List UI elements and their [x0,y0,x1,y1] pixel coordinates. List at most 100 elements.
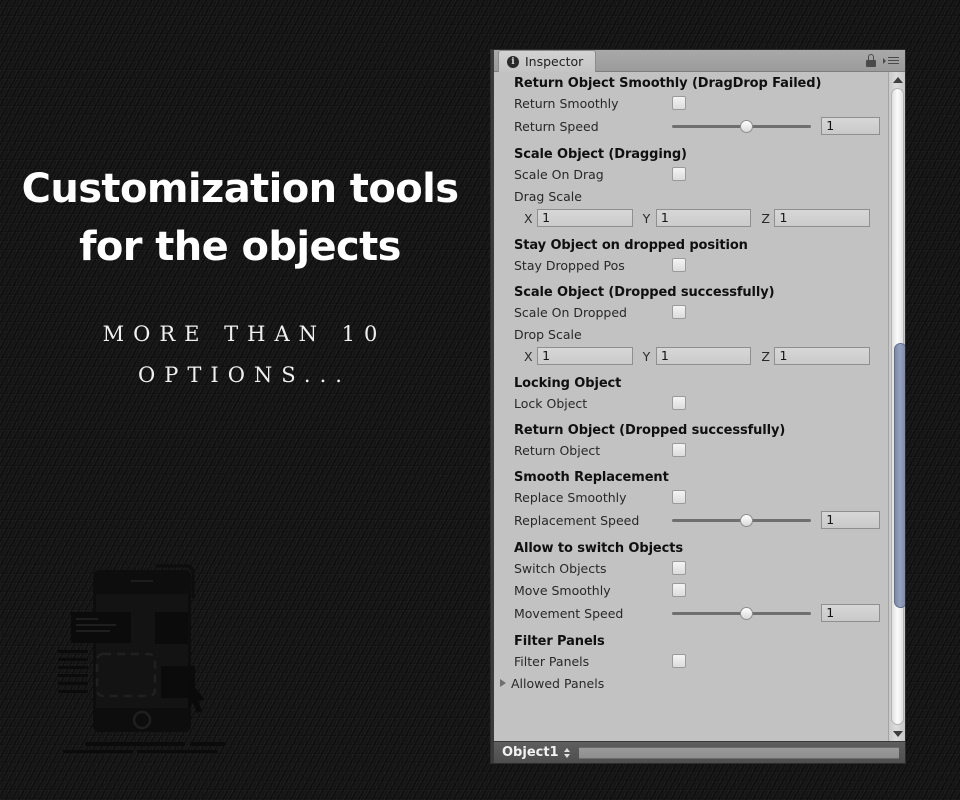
footer-object-name: Object1 [502,745,559,760]
checkbox-toggle[interactable] [672,305,686,319]
checkbox-toggle[interactable] [672,443,686,457]
property-label: Replacement Speed [514,512,640,528]
slider-control[interactable] [672,606,812,620]
property-row-checkbox: Return Object [494,439,880,461]
page-title: Customization tools for the objects [0,160,480,276]
inspector-window: i Inspector Return Object Smoothly (Drag… [491,50,905,763]
drag-drop-illustration-icon [58,564,225,753]
inspector-scrollbar[interactable] [888,72,905,741]
slider-knob[interactable] [739,119,753,133]
vector-y-input[interactable]: 1 [655,347,752,365]
footer-progress-field[interactable] [578,746,899,759]
tab-inspector-label: Inspector [525,54,584,69]
scrollbar-track[interactable] [891,88,905,725]
inspector-section: Scale Object (Dragging) Scale On Drag Drag… [494,147,880,229]
info-icon: i [507,55,519,68]
section-title: Filter Panels [514,634,605,649]
vector-z-input[interactable]: 1 [774,347,870,365]
section-title: Scale Object (Dropped successfully) [514,285,775,300]
scrollbar-up-button[interactable] [889,72,905,87]
hamburger-menu-icon[interactable] [883,56,899,65]
checkbox-toggle[interactable] [672,258,686,272]
property-row-label: Drag Scale [494,185,880,207]
inspector-section: Filter Panels Filter Panels Allowed Panels [494,634,880,694]
chevron-right-icon[interactable] [500,679,506,687]
inspector-section: Stay Object on dropped position Stay Drop… [494,238,880,276]
checkbox-toggle[interactable] [672,396,686,410]
promo-pane: Customization tools for the objects MORE… [0,0,480,800]
vector-z-axis-label: Z [761,348,770,364]
inspector-header: i Inspector [494,50,905,72]
tab-inspector[interactable]: i Inspector [498,50,597,72]
checkbox-toggle[interactable] [672,490,686,504]
property-row-foldout[interactable]: Allowed Panels [494,672,880,694]
section-title: Return Object (Dropped successfully) [514,423,786,438]
section-title: Return Object Smoothly (DragDrop Failed) [514,76,822,91]
slider-value-input[interactable]: 1 [821,117,880,135]
checkbox-toggle[interactable] [672,561,686,575]
property-label: Drag Scale [514,188,582,204]
inspector-body: Return Object Smoothly (DragDrop Failed)… [494,72,905,741]
triangle-down-icon [892,730,903,737]
slider-knob[interactable] [739,513,753,527]
up-down-stepper-icon[interactable] [563,747,570,758]
checkbox-toggle[interactable] [672,583,686,597]
inspector-property-list: Return Object Smoothly (DragDrop Failed)… [494,72,880,694]
inspector-section: Smooth Replacement Replace Smoothly Replac… [494,470,880,532]
inspector-header-tools [866,54,899,67]
vector-x-input[interactable]: 1 [537,347,633,365]
inspector-section: Locking Object Lock Object [494,376,880,414]
scrollbar-thumb[interactable] [894,343,905,608]
inspector-section: Scale Object (Dropped successfully) Scale… [494,285,880,367]
property-label: Return Speed [514,118,599,134]
vector-y-input[interactable]: 1 [655,209,752,227]
checkbox-toggle[interactable] [672,167,686,181]
triangle-up-icon [892,76,903,83]
property-label: Filter Panels [514,653,590,669]
page-title-line-2: for the objects [79,224,401,270]
property-row-vector3: X1Y1Z1 [494,345,880,367]
inspector-footer: Object1 [494,741,905,763]
slider-value-input[interactable]: 1 [821,511,880,529]
inspector-section: Return Object Smoothly (DragDrop Failed)… [494,76,880,138]
property-label: Lock Object [514,395,588,411]
property-row-vector3: X1Y1Z1 [494,207,880,229]
property-label: Move Smoothly [514,582,611,598]
property-row-slider: Replacement Speed 1 [494,508,880,532]
page-subtitle-line-1: MORE THAN 10 [102,322,387,346]
slider-knob[interactable] [739,606,753,620]
property-label: Replace Smoothly [514,489,627,505]
property-row-slider: Movement Speed 1 [494,601,880,625]
property-label: Switch Objects [514,560,607,576]
vector-y-axis-label: Y [642,348,651,364]
property-row-checkbox: Lock Object [494,392,880,414]
slider-control[interactable] [672,513,812,527]
property-row-checkbox: Filter Panels [494,650,880,672]
checkbox-toggle[interactable] [672,654,686,668]
section-title: Scale Object (Dragging) [514,147,687,162]
lock-icon[interactable] [866,54,876,67]
page-title-line-1: Customization tools [21,166,459,212]
property-row-checkbox: Replace Smoothly [494,486,880,508]
section-title: Allow to switch Objects [514,541,684,556]
slider-control[interactable] [672,119,812,133]
property-label: Return Object [514,442,601,458]
checkbox-toggle[interactable] [672,96,686,110]
vector-z-axis-label: Z [761,210,770,226]
property-row-checkbox: Switch Objects [494,557,880,579]
property-label: Drop Scale [514,326,582,342]
property-row-checkbox: Stay Dropped Pos [494,254,880,276]
vector-x-axis-label: X [524,210,533,226]
vector-z-input[interactable]: 1 [774,209,870,227]
property-row-checkbox: Scale On Dropped [494,301,880,323]
page-subtitle-line-2: OPTIONS... [138,362,351,387]
section-title: Stay Object on dropped position [514,238,748,253]
vector-x-input[interactable]: 1 [537,209,633,227]
slider-value-input[interactable]: 1 [821,604,880,622]
property-row-slider: Return Speed 1 [494,114,880,138]
property-row-label: Drop Scale [494,323,880,345]
property-label: Return Smoothly [514,95,619,111]
scrollbar-down-button[interactable] [889,726,905,741]
property-row-checkbox: Scale On Drag [494,163,880,185]
inspector-section: Return Object (Dropped successfully) Retu… [494,423,880,461]
